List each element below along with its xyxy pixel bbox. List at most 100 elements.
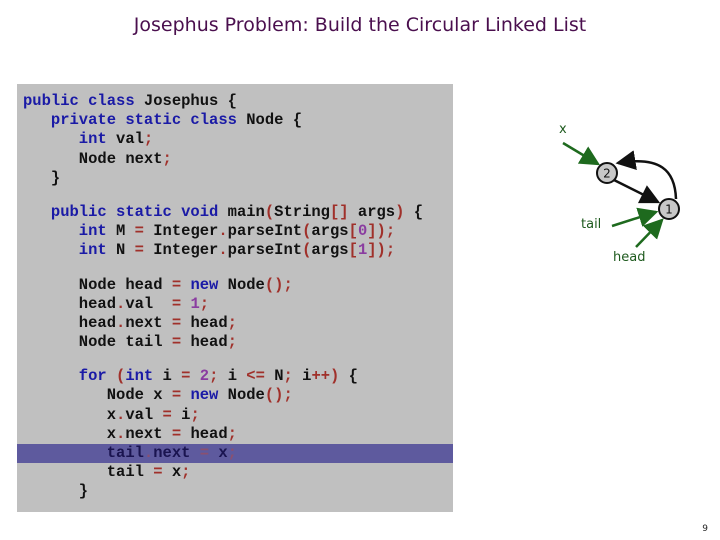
pointer-x-arrow — [562, 141, 601, 166]
code-token: val — [125, 405, 163, 424]
pointer-tail-arrow — [611, 207, 659, 228]
code-token: ; — [385, 241, 396, 260]
code-token: ; — [162, 149, 172, 168]
code-token: tail — [23, 463, 154, 482]
code-panel: public class Josephus { private static c… — [17, 84, 453, 512]
code-token: . — [218, 222, 228, 241]
code-token: = — [171, 294, 182, 313]
code-token: for — [23, 367, 117, 386]
code-token: ; — [227, 313, 237, 332]
code-token: i — [162, 367, 182, 386]
code-token: ; — [385, 222, 396, 241]
code-line: Node head = new Node(); — [17, 276, 453, 295]
code-token: int — [23, 241, 117, 260]
code-token: () — [264, 275, 284, 294]
code-token: ( — [302, 222, 312, 241]
code-token: 1 — [357, 241, 368, 260]
code-line: tail = x; — [17, 463, 453, 482]
code-token: ; — [283, 275, 293, 294]
code-token: new — [181, 386, 228, 405]
code-token: Node — [227, 275, 265, 294]
code-token: = — [171, 386, 182, 405]
code-token: . — [116, 313, 126, 332]
link-2-to-1-arrow — [613, 178, 661, 204]
code-line: int N = Integer.parseInt(args[1]); — [17, 241, 453, 260]
code-token: = — [162, 405, 172, 424]
code-token: Node x — [23, 386, 172, 405]
node-1-label: 1 — [665, 203, 673, 217]
code-line: head.next = head; — [17, 314, 453, 333]
code-token: head — [181, 333, 228, 352]
code-token: Node head — [23, 275, 172, 294]
code-token: x — [162, 463, 182, 482]
slide-title: Josephus Problem: Build the Circular Lin… — [133, 14, 587, 36]
code-token: val — [125, 294, 172, 313]
page-number: 9 — [702, 524, 708, 534]
code-line: } — [17, 169, 453, 188]
code-token: = — [171, 275, 182, 294]
pointer-head-arrow — [635, 218, 664, 248]
code-token: head — [181, 424, 228, 443]
code-token: ; — [199, 294, 210, 313]
code-token: next — [153, 444, 200, 462]
code-token: 2 — [190, 367, 210, 386]
code-token: [ — [348, 241, 358, 260]
pointer-x-label: x — [559, 122, 567, 137]
code-token: ; — [143, 130, 154, 149]
code-line: for (int i = 2; i <= N; i++) { — [17, 367, 453, 386]
code-token: 0 — [357, 222, 368, 241]
code-token: head — [23, 313, 117, 332]
code-token: { — [404, 202, 424, 221]
code-line: x.next = head; — [17, 425, 453, 444]
code-token: head — [181, 313, 228, 332]
code-token: Node { — [246, 111, 303, 130]
code-token: M — [116, 222, 135, 241]
code-token: Josephus { — [143, 92, 237, 110]
code-token: Node — [227, 386, 265, 405]
code-token: ; — [227, 333, 237, 352]
code-token: = — [171, 333, 182, 352]
code-token: ( — [116, 367, 126, 386]
code-token: = — [199, 444, 210, 462]
code-token: () — [264, 386, 284, 405]
code-token: ; — [190, 405, 200, 424]
code-token: Integer — [143, 241, 219, 260]
code-token: } — [23, 482, 89, 501]
code-token: x — [23, 424, 117, 443]
code-token: . — [218, 241, 228, 260]
code-token: val — [116, 130, 144, 149]
code-token: new — [181, 275, 228, 294]
code-token: ; — [283, 386, 293, 405]
code-token: public static void — [23, 202, 228, 221]
code-line: Node tail = head; — [17, 333, 453, 352]
code-token: = — [134, 241, 144, 260]
code-token: ; — [181, 463, 191, 482]
code-token: [ — [348, 222, 358, 241]
code-token: int — [23, 130, 117, 149]
pointer-tail-label: tail — [581, 217, 602, 232]
link-1-to-2-arrow — [615, 150, 678, 200]
code-token: = — [171, 424, 182, 443]
code-token: . — [116, 294, 126, 313]
code-block: public class Josephus { private static c… — [17, 92, 453, 502]
code-token: x — [209, 444, 228, 462]
code-token: N — [116, 241, 135, 260]
code-line: } — [17, 482, 453, 501]
code-token: x — [23, 405, 117, 424]
code-token: . — [116, 424, 126, 443]
code-token: String — [274, 202, 330, 221]
code-token: tail — [23, 444, 144, 462]
code-token: main — [227, 202, 265, 221]
code-token: ; — [209, 367, 219, 386]
code-token: ; — [227, 424, 237, 443]
code-line: int val; — [17, 130, 453, 149]
code-token: args — [311, 241, 349, 260]
code-token: = — [134, 222, 144, 241]
code-token: ]) — [367, 241, 386, 260]
code-line: head.val = 1; — [17, 295, 453, 314]
pointer-head-label: head — [613, 250, 646, 265]
code-token: ]) — [367, 222, 386, 241]
